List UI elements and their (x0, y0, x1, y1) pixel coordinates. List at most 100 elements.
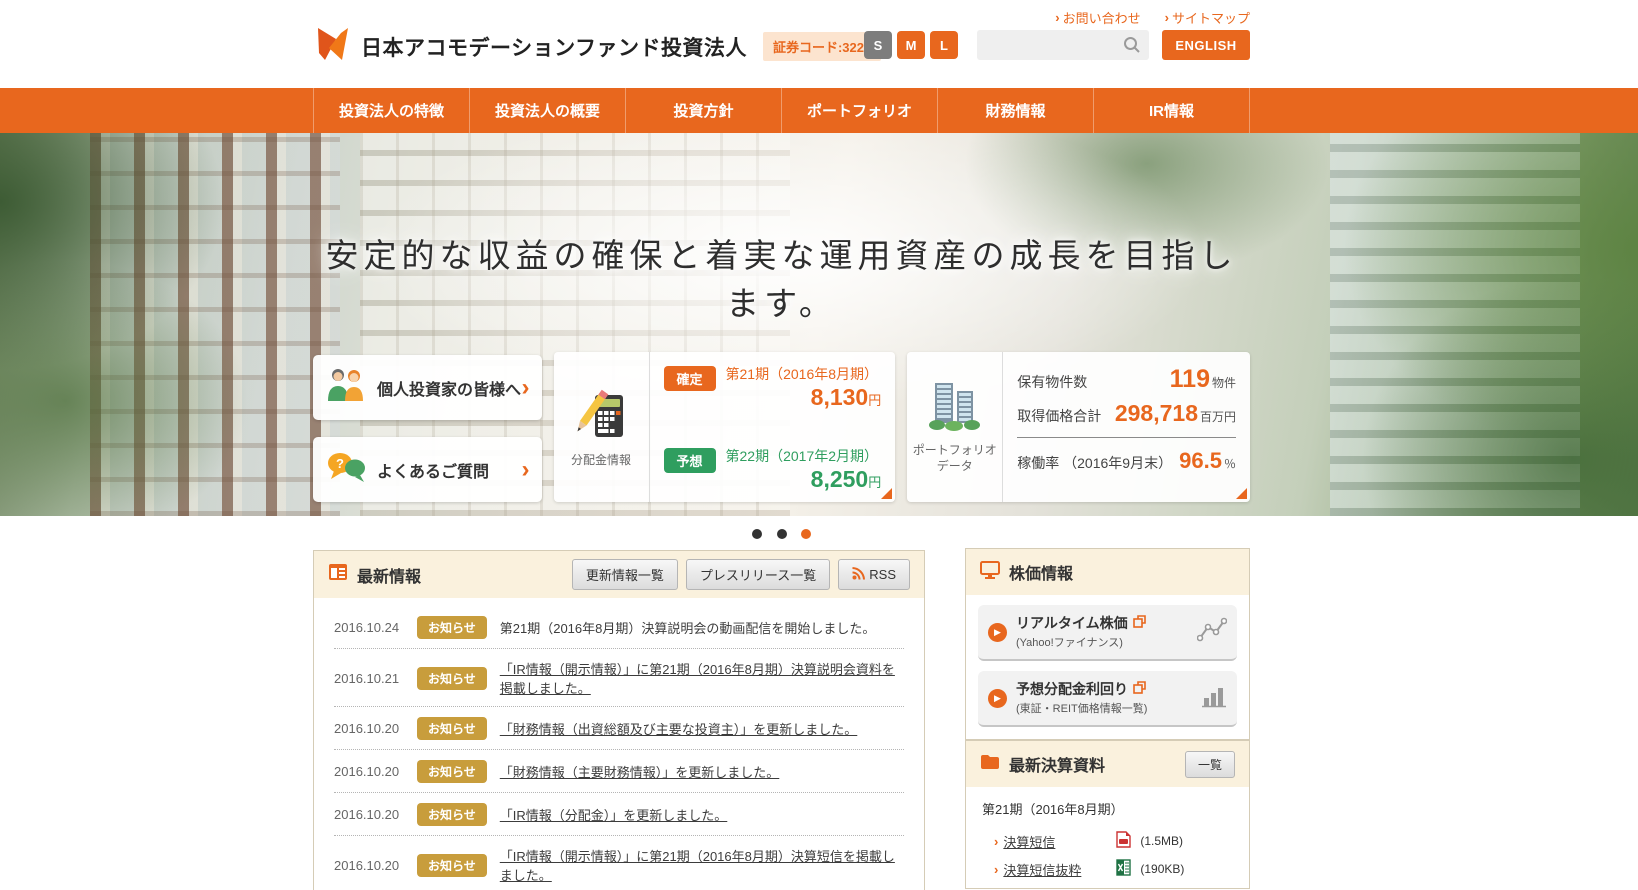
hero-left-column: 個人投資家の皆様へ › ? よくあるご質問 › (313, 352, 542, 502)
dividend-yield-label: 予想分配金利回り (1016, 679, 1192, 699)
realtime-stock-link[interactable]: ▶ リアルタイム株価 (Yahoo!ファイナンス) (978, 605, 1237, 661)
buildings-icon (927, 379, 983, 436)
font-size-medium-button[interactable]: M (897, 31, 925, 59)
page: 日本アコモデーションファンド投資法人 証券コード:3226 › お問い合わせ ›… (0, 0, 1638, 890)
news-row: 2016.10.20 お知らせ 「財務情報（主要財務情報）」を更新しました。 (334, 750, 904, 793)
dividend-fixed-row: 確定 第21期（2016年8月期） 8,130円 (663, 364, 882, 410)
site-logo[interactable]: 日本アコモデーションファンド投資法人 証券コード:3226 (313, 24, 882, 69)
hero-tagline: 安定的な収益の確保と着実な運用資産の成長を目指します。 (325, 239, 1238, 323)
nav-item-overview[interactable]: 投資法人の概要 (469, 88, 625, 133)
external-link-icon (1132, 615, 1146, 631)
individual-investors-label: 個人投資家の皆様へ (377, 381, 522, 399)
portfolio-divider (1017, 437, 1236, 438)
monitor-icon (980, 560, 1000, 584)
excel-file-icon (1116, 859, 1132, 879)
fixed-value: 8,130円 (810, 384, 882, 410)
chevron-right-icon: › (994, 833, 999, 849)
news-badge: お知らせ (417, 760, 487, 783)
carousel-dot-3-active[interactable] (800, 529, 811, 539)
portfolio-body: 保有物件数 119 物件 取得価格合計 298,718 百万円 稼働率 （2016年… (1003, 352, 1250, 502)
dividend-yield-link[interactable]: ▶ 予想分配金利回り (東証・REIT価格情報一覧) (978, 671, 1237, 727)
news-link[interactable]: 「IR情報（分配金）」を更新しました。 (500, 805, 728, 824)
nav-item-features[interactable]: 投資法人の特徴 (313, 88, 469, 133)
dividend-caption: 分配金情報 (570, 453, 631, 468)
realtime-stock-label: リアルタイム株価 (1016, 613, 1188, 633)
dividend-info-card[interactable]: 分配金情報 確定 第21期（2016年8月期） 8,130円 予想 第22期（2… (553, 352, 896, 502)
realtime-stock-sub: (Yahoo!ファイナンス) (1016, 637, 1123, 649)
news-text: 第21期（2016年8月期）決算説明会の動画配信を開始しました。 (499, 621, 876, 636)
reports-panel: 最新決算資料 一覧 第21期（2016年8月期） › 決算短信 (1.5MB) … (965, 740, 1250, 889)
header-tools: S M L ENGLISH (864, 30, 1250, 60)
news-link[interactable]: 「IR情報（開示情報）」に第21期（2016年8月期）決算説明会資料を掲載しまし… (500, 659, 904, 697)
external-link-icon (1133, 681, 1146, 697)
stock-panel-body: ▶ リアルタイム株価 (Yahoo!ファイナンス) ▶ 予想分配金利回り (東証… (966, 595, 1249, 739)
play-bullet-icon: ▶ (988, 622, 1007, 642)
news-window-icon (328, 563, 348, 586)
portfolio-icon-zone[interactable]: ポートフォリオ データ (907, 352, 1004, 502)
nav-item-financial[interactable]: 財務情報 (937, 88, 1093, 133)
dividend-forecast-row: 予想 第22期（2017年2月期） 8,250円 (663, 446, 881, 492)
portfolio-info-card[interactable]: ポートフォリオ データ 保有物件数 119 物件 取得価格合計 298,718 百万円… (907, 352, 1250, 502)
news-buttons: 更新情報一覧 プレスリリース一覧 RSS (571, 559, 910, 590)
contact-link[interactable]: › お問い合わせ (1055, 8, 1140, 27)
question-bubbles-icon: ? (325, 450, 369, 489)
news-row: 2016.10.20 お知らせ 「IR情報（分配金）」を更新しました。 (334, 793, 904, 836)
news-badge: お知らせ (417, 853, 487, 877)
portfolio-row-price: 取得価格合計 298,718 百万円 (1017, 400, 1236, 426)
faq-card[interactable]: ? よくあるご質問 › (313, 437, 542, 502)
dividend-body: 確定 第21期（2016年8月期） 8,130円 予想 第22期（2017年2月… (650, 352, 896, 502)
sitemap-link[interactable]: › サイトマップ (1165, 8, 1250, 27)
chevron-right-icon: › (521, 455, 530, 483)
portfolio-caption: ポートフォリオ データ (912, 443, 997, 473)
reports-title: 最新決算資料 (980, 752, 1105, 776)
file-size: (1.5MB) (1140, 834, 1184, 848)
main-nav: 投資法人の特徴 投資法人の概要 投資方針 ポートフォリオ 財務情報 IR情報 (0, 88, 1638, 133)
nav-item-policy[interactable]: 投資方針 (625, 88, 781, 133)
news-badge: お知らせ (417, 616, 487, 639)
line-chart-icon (1196, 617, 1228, 648)
font-size-small-button[interactable]: S (864, 31, 892, 59)
news-link[interactable]: 「財務情報（出資総額及び主要な投資主）」を更新しました。 (500, 719, 858, 738)
nav-item-ir[interactable]: IR情報 (1093, 88, 1250, 133)
press-release-list-button[interactable]: プレスリリース一覧 (685, 559, 831, 590)
rss-icon (852, 566, 866, 583)
sitemap-link-label: サイトマップ (1171, 11, 1250, 26)
search-icon[interactable] (1123, 36, 1141, 59)
hero-cards: 個人投資家の皆様へ › ? よくあるご質問 › 分配金情報 確定 第21期（20… (313, 352, 1250, 502)
news-row: 2016.10.20 お知らせ 「IR情報（開示情報）」に第21期（2016年8… (334, 836, 904, 890)
file-size: (190KB) (1140, 862, 1185, 876)
news-link[interactable]: 「財務情報（主要財務情報）」を更新しました。 (500, 762, 780, 781)
rss-button[interactable]: RSS (838, 559, 910, 590)
news-panel: 最新情報 更新情報一覧 プレスリリース一覧 RSS 2016.10.24 お知ら… (313, 550, 925, 890)
font-size-large-button[interactable]: L (930, 31, 958, 59)
nav-list: 投資法人の特徴 投資法人の概要 投資方針 ポートフォリオ 財務情報 IR情報 (313, 88, 1250, 133)
carousel-dots (313, 526, 1250, 544)
news-badge: お知らせ (417, 717, 487, 740)
report-file-row: › 決算短信抜粋 (190KB) (982, 855, 1233, 883)
reports-list-button[interactable]: 一覧 (1184, 750, 1235, 778)
news-date: 2016.10.21 (334, 670, 400, 686)
individual-investors-card[interactable]: 個人投資家の皆様へ › (313, 355, 542, 420)
logo-text: 日本アコモデーションファンド投資法人 (361, 36, 747, 60)
news-date: 2016.10.24 (334, 620, 400, 635)
report-file-link[interactable]: 決算短信抜粋 (1003, 860, 1111, 879)
news-row: 2016.10.20 お知らせ 「財務情報（出資総額及び主要な投資主）」を更新し… (334, 707, 904, 750)
stock-panel-header: 株価情報 (966, 549, 1249, 595)
updates-list-button[interactable]: 更新情報一覧 (571, 559, 678, 590)
carousel-dot-2[interactable] (776, 529, 787, 539)
portfolio-row-occupancy: 稼働率 （2016年9月末） 96.5 ％ (1017, 448, 1236, 473)
site-header: 日本アコモデーションファンド投資法人 証券コード:3226 › お問い合わせ ›… (0, 0, 1638, 88)
news-link[interactable]: 「IR情報（開示情報）」に第21期（2016年8月期）決算短信を掲載しました。 (500, 846, 904, 884)
portfolio-row-properties: 保有物件数 119 物件 (1017, 365, 1236, 393)
chevron-right-icon: › (994, 861, 999, 877)
english-button[interactable]: ENGLISH (1162, 30, 1250, 60)
dividend-icon-zone[interactable]: 分配金情報 (554, 352, 650, 502)
news-badge: お知らせ (417, 666, 487, 690)
carousel-dot-1[interactable] (752, 529, 763, 539)
folder-icon (980, 754, 1000, 775)
chevron-right-icon: › (1164, 10, 1169, 25)
report-file-link[interactable]: 決算短信 (1003, 832, 1111, 851)
reports-panel-header: 最新決算資料 一覧 (966, 741, 1249, 787)
nav-item-portfolio[interactable]: ポートフォリオ (781, 88, 937, 133)
news-row: 2016.10.24 お知らせ 第21期（2016年8月期）決算説明会の動画配信… (334, 606, 904, 649)
